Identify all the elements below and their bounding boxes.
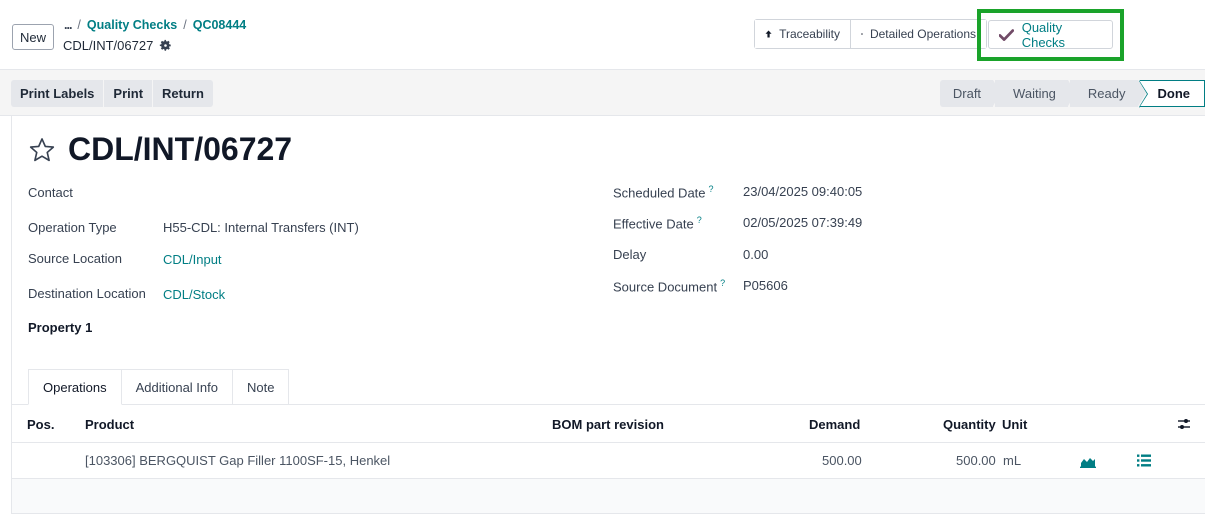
stage-ready[interactable]: Ready — [1069, 80, 1146, 107]
star-icon[interactable] — [28, 136, 56, 164]
optional-columns-icon[interactable] — [1177, 417, 1191, 431]
tab-note[interactable]: Note — [233, 369, 290, 405]
detailed-operations-label: Detailed Operations — [869, 27, 976, 41]
tab-operations[interactable]: Operations — [28, 369, 122, 405]
source-document-field[interactable]: P05606 — [743, 278, 788, 293]
property-1-label: Property 1 — [28, 320, 93, 335]
column-unit[interactable]: Unit — [1002, 417, 1027, 432]
destination-location-label: Destination Location — [28, 286, 146, 301]
breadcrumb: ... / Quality Checks / QC08444 — [64, 18, 246, 32]
details-list-icon[interactable] — [1137, 454, 1151, 467]
source-location-field[interactable]: CDL/Input — [163, 252, 222, 267]
table-row[interactable]: [103306] BERGQUIST Gap Filler 1100SF-15,… — [12, 443, 1205, 479]
print-button[interactable]: Print — [104, 80, 154, 107]
list-icon — [861, 33, 863, 35]
breadcrumb-ellipsis[interactable]: ... — [64, 18, 72, 32]
column-pos[interactable]: Pos. — [27, 417, 54, 432]
record-name-text: CDL/INT/06727 — [63, 38, 154, 53]
delay-label: Delay — [613, 247, 647, 262]
tab-additional-info[interactable]: Additional Info — [121, 369, 233, 405]
form-sheet: CDL/INT/06727 Contact Operation Type H55… — [11, 116, 1205, 514]
traceability-label: Traceability — [779, 27, 840, 41]
help-tooltip-icon[interactable]: ? — [697, 215, 702, 225]
breadcrumb-separator: / — [77, 18, 81, 32]
quality-checks-button[interactable]: Quality Checks — [988, 19, 1113, 50]
effective-date-label-text: Effective Date — [613, 216, 694, 232]
arrow-up-icon — [765, 30, 772, 38]
quality-checks-label: Quality Checks — [1021, 19, 1066, 50]
stage-done[interactable]: Done — [1138, 80, 1205, 108]
row-quantity: 500.00 — [956, 453, 996, 468]
column-bom-part-revision[interactable]: BOM part revision — [552, 417, 664, 432]
table-header: Pos. Product BOM part revision Demand Qu… — [12, 405, 1205, 443]
column-product[interactable]: Product — [85, 417, 134, 432]
control-panel: New ... / Quality Checks / QC08444 CDL/I… — [0, 0, 1205, 70]
new-button[interactable]: New — [12, 24, 54, 50]
column-demand[interactable]: Demand — [809, 417, 860, 432]
stage-draft[interactable]: Draft — [939, 80, 1002, 107]
scheduled-date-label-text: Scheduled Date — [613, 185, 706, 201]
scheduled-date-field[interactable]: 23/04/2025 09:40:05 — [743, 184, 862, 199]
record-title-text: CDL/INT/06727 — [68, 131, 293, 167]
row-product: [103306] BERGQUIST Gap Filler 1100SF-15,… — [85, 453, 391, 468]
print-labels-button[interactable]: Print Labels — [11, 80, 105, 107]
operation-type-label: Operation Type — [28, 220, 117, 235]
scheduled-date-label: Scheduled Date? — [613, 184, 714, 200]
record-name: CDL/INT/06727 — [63, 38, 172, 53]
source-document-label-text: Source Document — [613, 279, 718, 295]
detailed-operations-button[interactable]: Detailed Operations — [851, 20, 986, 48]
stage-waiting[interactable]: Waiting — [995, 80, 1076, 107]
forecast-chart-icon[interactable] — [1080, 454, 1096, 468]
action-buttons: Print Labels Print Return — [11, 80, 213, 107]
effective-date-label: Effective Date? — [613, 215, 702, 231]
record-title: CDL/INT/06727 — [28, 131, 292, 168]
stage-done-label: Done — [1157, 86, 1191, 101]
row-demand: 500.00 — [822, 453, 862, 468]
breadcrumb-qc-record[interactable]: QC08444 — [193, 18, 247, 32]
table-footer — [12, 479, 1205, 514]
traceability-button[interactable]: Traceability — [755, 20, 851, 48]
operation-type-field[interactable]: H55-CDL: Internal Transfers (INT) — [163, 220, 359, 235]
delay-field[interactable]: 0.00 — [743, 247, 768, 262]
source-document-label: Source Document? — [613, 278, 725, 294]
column-quantity[interactable]: Quantity — [943, 417, 996, 432]
destination-location-field[interactable]: CDL/Stock — [163, 287, 225, 302]
row-unit: mL — [1003, 453, 1022, 468]
gear-icon[interactable] — [159, 39, 172, 52]
source-location-label: Source Location — [28, 251, 122, 266]
smart-buttons: Traceability Detailed Operations — [754, 19, 987, 49]
checkmark-icon — [999, 28, 1014, 41]
help-tooltip-icon[interactable]: ? — [709, 184, 714, 194]
status-bar: Draft Waiting Ready Done — [938, 80, 1205, 108]
contact-label: Contact — [28, 185, 73, 200]
breadcrumb-quality-checks[interactable]: Quality Checks — [87, 18, 177, 32]
action-bar: Print Labels Print Return Draft Waiting … — [0, 70, 1205, 116]
effective-date-field[interactable]: 02/05/2025 07:39:49 — [743, 215, 862, 230]
breadcrumb-separator: / — [183, 18, 187, 32]
notebook-tabs: Operations Additional Info Note — [28, 369, 290, 405]
return-button[interactable]: Return — [153, 80, 213, 107]
help-tooltip-icon[interactable]: ? — [720, 278, 725, 288]
